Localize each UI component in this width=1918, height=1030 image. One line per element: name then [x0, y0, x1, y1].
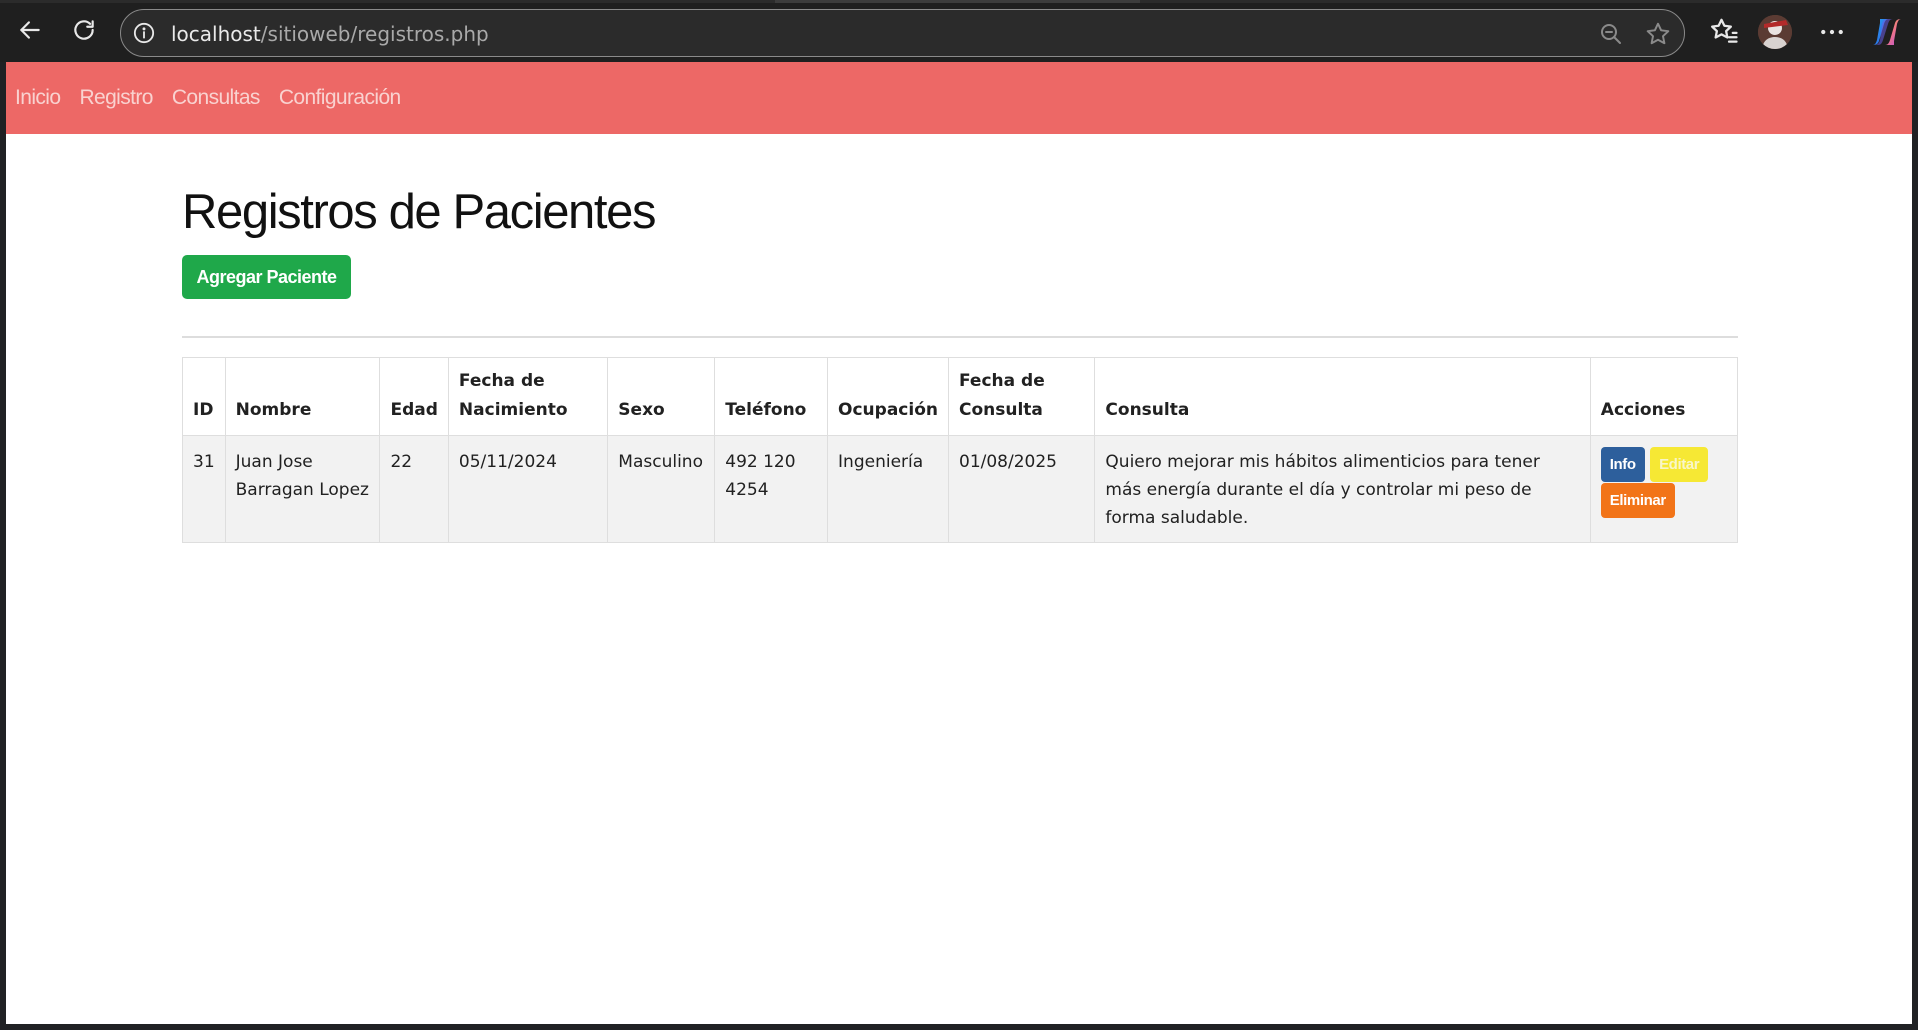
header-edad: Edad: [379, 357, 449, 436]
cell-consulta: Quiero mejorar mis hábitos alimenticios …: [1094, 435, 1591, 543]
header-nombre: Nombre: [224, 357, 381, 436]
cell-acciones: Info Editar Eliminar: [1589, 435, 1739, 543]
back-arrow-icon: [20, 21, 40, 39]
cell-sexo: Masculino: [607, 435, 716, 543]
nav-link-configuracion[interactable]: Configuración: [279, 86, 401, 110]
edit-button[interactable]: Editar: [1650, 447, 1709, 482]
header-fecha-consulta: Fecha de Consulta: [947, 357, 1096, 436]
info-button[interactable]: Info: [1600, 447, 1645, 482]
cell-edad: 22: [379, 435, 449, 543]
active-tab-indicator: [775, 0, 1140, 3]
header-fecha-nacimiento: Fecha de Nacimiento: [447, 357, 609, 436]
url-text[interactable]: localhost/sitioweb/registros.php: [171, 22, 489, 46]
add-patient-button[interactable]: Agregar Paciente: [182, 255, 351, 299]
nav-link-registro[interactable]: Registro: [79, 86, 153, 110]
tab-strip-edge: [0, 0, 1918, 3]
delete-button[interactable]: Eliminar: [1600, 483, 1675, 518]
favorites-icon[interactable]: [1709, 16, 1739, 46]
patients-table: ID Nombre Edad Fecha de Nacimiento Sexo …: [182, 357, 1739, 543]
table-header-row: ID Nombre Edad Fecha de Nacimiento Sexo …: [182, 357, 1739, 436]
page-viewport: Inicio Registro Consultas Configuración …: [6, 62, 1912, 1024]
top-navbar: Inicio Registro Consultas Configuración: [6, 62, 1912, 134]
divider: [182, 336, 1738, 338]
browser-toolbar: localhost/sitioweb/registros.php: [0, 0, 1918, 62]
profile-avatar[interactable]: [1758, 15, 1792, 49]
address-bar[interactable]: localhost/sitioweb/registros.php: [120, 9, 1685, 57]
favorite-star-icon[interactable]: [1645, 21, 1671, 47]
copilot-icon[interactable]: [1871, 16, 1903, 48]
header-sexo: Sexo: [607, 357, 716, 436]
header-id: ID: [182, 357, 226, 436]
header-consulta: Consulta: [1094, 357, 1591, 436]
back-button[interactable]: [12, 12, 48, 48]
avatar-image-icon: [1758, 15, 1792, 49]
cell-ocupacion: Ingeniería: [827, 435, 949, 543]
site-info-icon[interactable]: [133, 22, 155, 44]
reload-icon: [74, 20, 94, 40]
cell-telefono: 492 120 4254: [714, 435, 829, 543]
zoom-out-icon[interactable]: [1599, 22, 1623, 46]
header-ocupacion: Ocupación: [827, 357, 949, 436]
url-host: localhost: [171, 22, 261, 46]
cell-nombre: Juan Jose Barragan Lopez: [224, 435, 381, 543]
header-acciones: Acciones: [1589, 357, 1739, 436]
table-row: 31 Juan Jose Barragan Lopez 22 05/11/202…: [182, 435, 1739, 543]
main-content: Registros de Pacientes Agregar Paciente …: [182, 185, 1739, 543]
reload-button[interactable]: [66, 12, 102, 48]
nav-link-consultas[interactable]: Consultas: [172, 86, 261, 110]
more-options-icon[interactable]: [1817, 17, 1847, 47]
cell-id: 31: [182, 435, 226, 543]
cell-fecha-consulta: 01/08/2025: [947, 435, 1096, 543]
cell-fecha-nacimiento: 05/11/2024: [447, 435, 609, 543]
header-telefono: Teléfono: [714, 357, 829, 436]
nav-link-inicio[interactable]: Inicio: [15, 86, 61, 110]
url-path: /sitioweb/registros.php: [260, 22, 489, 46]
page-title: Registros de Pacientes: [182, 185, 656, 239]
